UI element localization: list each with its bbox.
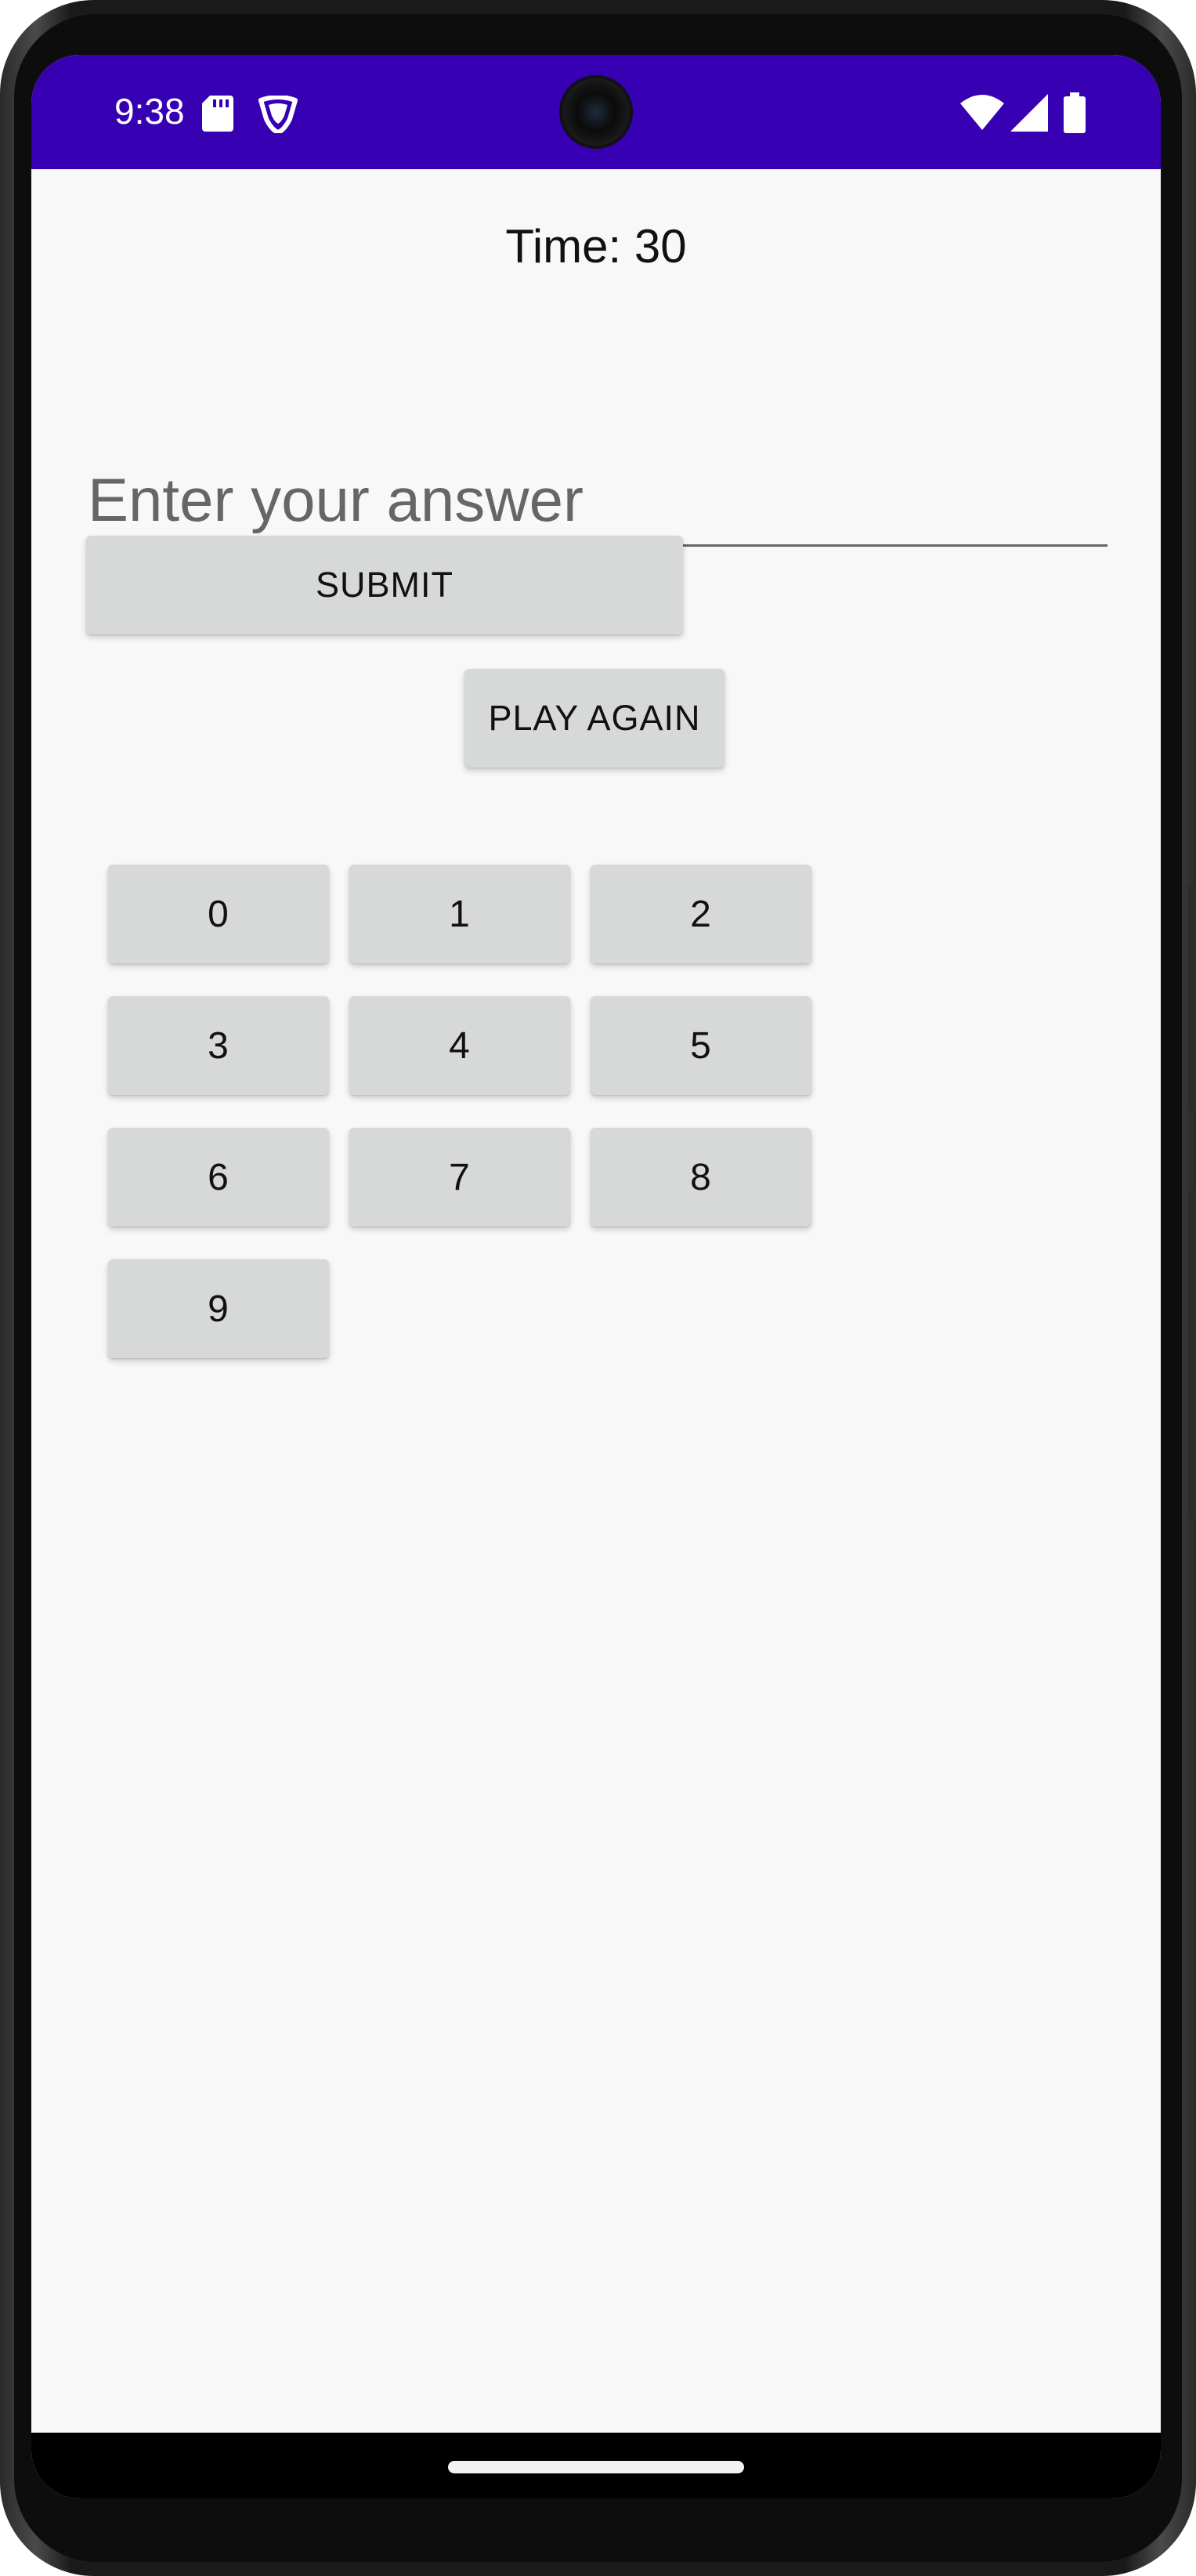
digit-button-8[interactable]: 8 [591,1128,811,1227]
digit-button-2[interactable]: 2 [591,865,811,963]
submit-button[interactable]: SUBMIT [86,536,683,634]
phone-frame: 9:38 Time: 30 Enter your answer SUBMIT P… [0,0,1196,2576]
shield-icon [258,96,298,133]
answer-input[interactable] [88,456,1107,547]
sd-card-icon [202,96,233,132]
navigation-bar [31,2433,1161,2498]
digit-button-5[interactable]: 5 [591,996,811,1095]
volume-button [1188,1190,1196,1519]
home-indicator[interactable] [448,2461,744,2473]
digit-button-7[interactable]: 7 [349,1128,570,1227]
digit-button-4[interactable]: 4 [349,996,570,1095]
status-time: 9:38 [114,91,185,132]
timer-label: Time: 30 [505,220,687,273]
power-button [1188,885,1196,1112]
digit-button-0[interactable]: 0 [108,865,329,963]
digit-button-3[interactable]: 3 [108,996,329,1095]
front-camera [562,78,630,146]
wifi-icon [960,95,1004,130]
cell-signal-icon [1010,94,1048,132]
digit-button-6[interactable]: 6 [108,1128,329,1227]
digit-button-1[interactable]: 1 [349,865,570,963]
battery-icon [1064,92,1086,133]
app-screen: 9:38 Time: 30 Enter your answer SUBMIT P… [31,55,1161,2498]
digit-button-9[interactable]: 9 [108,1259,329,1358]
status-bar: 9:38 [31,55,1161,169]
play-again-button[interactable]: PLAY AGAIN [464,669,724,768]
